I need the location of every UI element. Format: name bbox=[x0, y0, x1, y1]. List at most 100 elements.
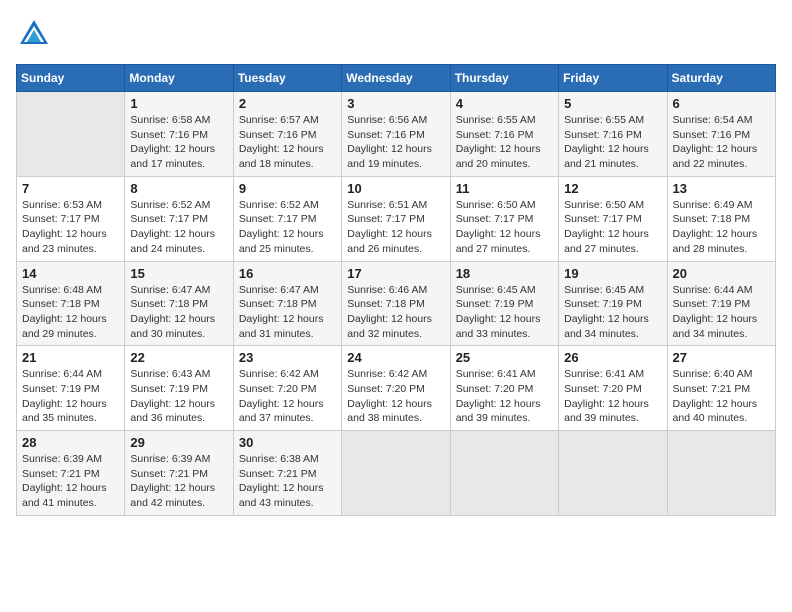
day-number: 10 bbox=[347, 181, 444, 196]
day-info: Sunrise: 6:55 AM Sunset: 7:16 PM Dayligh… bbox=[564, 113, 661, 172]
day-info: Sunrise: 6:47 AM Sunset: 7:18 PM Dayligh… bbox=[130, 283, 227, 342]
day-cell: 1 Sunrise: 6:58 AM Sunset: 7:16 PM Daylig… bbox=[125, 92, 233, 177]
day-info: Sunrise: 6:39 AM Sunset: 7:21 PM Dayligh… bbox=[130, 452, 227, 511]
day-cell: 11 Sunrise: 6:50 AM Sunset: 7:17 PM Dayli… bbox=[450, 176, 558, 261]
day-number: 13 bbox=[673, 181, 770, 196]
day-number: 16 bbox=[239, 266, 336, 281]
day-number: 25 bbox=[456, 350, 553, 365]
day-info: Sunrise: 6:42 AM Sunset: 7:20 PM Dayligh… bbox=[347, 367, 444, 426]
day-cell: 24 Sunrise: 6:42 AM Sunset: 7:20 PM Dayli… bbox=[342, 346, 450, 431]
day-info: Sunrise: 6:41 AM Sunset: 7:20 PM Dayligh… bbox=[456, 367, 553, 426]
day-info: Sunrise: 6:47 AM Sunset: 7:18 PM Dayligh… bbox=[239, 283, 336, 342]
day-number: 12 bbox=[564, 181, 661, 196]
day-cell: 26Sunrise: 6:41 AM Sunset: 7:20 PM Dayli… bbox=[559, 346, 667, 431]
day-info: Sunrise: 6:45 AM Sunset: 7:19 PM Dayligh… bbox=[456, 283, 553, 342]
header-cell-thursday: Thursday bbox=[450, 65, 558, 92]
day-info: Sunrise: 6:43 AM Sunset: 7:19 PM Dayligh… bbox=[130, 367, 227, 426]
header-cell-friday: Friday bbox=[559, 65, 667, 92]
day-cell: 16 Sunrise: 6:47 AM Sunset: 7:18 PM Dayli… bbox=[233, 261, 341, 346]
day-number: 17 bbox=[347, 266, 444, 281]
day-number: 3 bbox=[347, 96, 444, 111]
day-number: 23 bbox=[239, 350, 336, 365]
day-number: 21 bbox=[22, 350, 119, 365]
day-info: Sunrise: 6:45 AM Sunset: 7:19 PM Dayligh… bbox=[564, 283, 661, 342]
day-number: 8 bbox=[130, 181, 227, 196]
day-number: 15 bbox=[130, 266, 227, 281]
day-number: 7 bbox=[22, 181, 119, 196]
day-info: Sunrise: 6:44 AM Sunset: 7:19 PM Dayligh… bbox=[673, 283, 770, 342]
day-info: Sunrise: 6:38 AM Sunset: 7:21 PM Dayligh… bbox=[239, 452, 336, 511]
day-info: Sunrise: 6:49 AM Sunset: 7:18 PM Dayligh… bbox=[673, 198, 770, 257]
day-info: Sunrise: 6:56 AM Sunset: 7:16 PM Dayligh… bbox=[347, 113, 444, 172]
day-cell: 21 Sunrise: 6:44 AM Sunset: 7:19 PM Dayli… bbox=[17, 346, 125, 431]
day-cell: 18Sunrise: 6:45 AM Sunset: 7:19 PM Dayli… bbox=[450, 261, 558, 346]
day-number: 24 bbox=[347, 350, 444, 365]
day-cell: 17 Sunrise: 6:46 AM Sunset: 7:18 PM Dayli… bbox=[342, 261, 450, 346]
day-cell: 30Sunrise: 6:38 AM Sunset: 7:21 PM Dayli… bbox=[233, 431, 341, 516]
day-number: 26 bbox=[564, 350, 661, 365]
day-cell: 9 Sunrise: 6:52 AM Sunset: 7:17 PM Daylig… bbox=[233, 176, 341, 261]
day-cell: 13 Sunrise: 6:49 AM Sunset: 7:18 PM Dayli… bbox=[667, 176, 775, 261]
day-info: Sunrise: 6:58 AM Sunset: 7:16 PM Dayligh… bbox=[130, 113, 227, 172]
day-number: 20 bbox=[673, 266, 770, 281]
day-number: 19 bbox=[564, 266, 661, 281]
day-number: 11 bbox=[456, 181, 553, 196]
day-cell: 14Sunrise: 6:48 AM Sunset: 7:18 PM Dayli… bbox=[17, 261, 125, 346]
header-row: SundayMondayTuesdayWednesdayThursdayFrid… bbox=[17, 65, 776, 92]
day-cell: 4 Sunrise: 6:55 AM Sunset: 7:16 PM Daylig… bbox=[450, 92, 558, 177]
day-info: Sunrise: 6:44 AM Sunset: 7:19 PM Dayligh… bbox=[22, 367, 119, 426]
day-number: 5 bbox=[564, 96, 661, 111]
header-cell-saturday: Saturday bbox=[667, 65, 775, 92]
day-cell bbox=[17, 92, 125, 177]
day-cell: 5 Sunrise: 6:55 AM Sunset: 7:16 PM Daylig… bbox=[559, 92, 667, 177]
day-cell: 2Sunrise: 6:57 AM Sunset: 7:16 PM Daylig… bbox=[233, 92, 341, 177]
day-info: Sunrise: 6:52 AM Sunset: 7:17 PM Dayligh… bbox=[239, 198, 336, 257]
day-number: 9 bbox=[239, 181, 336, 196]
day-cell: 28Sunrise: 6:39 AM Sunset: 7:21 PM Dayli… bbox=[17, 431, 125, 516]
day-number: 6 bbox=[673, 96, 770, 111]
day-cell: 19 Sunrise: 6:45 AM Sunset: 7:19 PM Dayli… bbox=[559, 261, 667, 346]
day-number: 22 bbox=[130, 350, 227, 365]
week-row-2: 7 Sunrise: 6:53 AM Sunset: 7:17 PM Daylig… bbox=[17, 176, 776, 261]
day-info: Sunrise: 6:50 AM Sunset: 7:17 PM Dayligh… bbox=[456, 198, 553, 257]
day-cell: 20 Sunrise: 6:44 AM Sunset: 7:19 PM Dayli… bbox=[667, 261, 775, 346]
calendar-header: SundayMondayTuesdayWednesdayThursdayFrid… bbox=[17, 65, 776, 92]
day-cell: 22 Sunrise: 6:43 AM Sunset: 7:19 PM Dayli… bbox=[125, 346, 233, 431]
day-cell: 6 Sunrise: 6:54 AM Sunset: 7:16 PM Daylig… bbox=[667, 92, 775, 177]
day-number: 1 bbox=[130, 96, 227, 111]
week-row-5: 28 Sunrise: 6:39 AM Sunset: 7:21 PM Dayli… bbox=[17, 431, 776, 516]
day-cell bbox=[559, 431, 667, 516]
day-info: Sunrise: 6:40 AM Sunset: 7:21 PM Dayligh… bbox=[673, 367, 770, 426]
day-info: Sunrise: 6:55 AM Sunset: 7:16 PM Dayligh… bbox=[456, 113, 553, 172]
day-info: Sunrise: 6:50 AM Sunset: 7:17 PM Dayligh… bbox=[564, 198, 661, 257]
day-info: Sunrise: 6:51 AM Sunset: 7:17 PM Dayligh… bbox=[347, 198, 444, 257]
day-info: Sunrise: 6:48 AM Sunset: 7:18 PM Dayligh… bbox=[22, 283, 119, 342]
day-cell: 12 Sunrise: 6:50 AM Sunset: 7:17 PM Dayli… bbox=[559, 176, 667, 261]
header-cell-monday: Monday bbox=[125, 65, 233, 92]
week-row-4: 21 Sunrise: 6:44 AM Sunset: 7:19 PM Dayli… bbox=[17, 346, 776, 431]
week-row-3: 14Sunrise: 6:48 AM Sunset: 7:18 PM Dayli… bbox=[17, 261, 776, 346]
day-info: Sunrise: 6:53 AM Sunset: 7:17 PM Dayligh… bbox=[22, 198, 119, 257]
day-info: Sunrise: 6:52 AM Sunset: 7:17 PM Dayligh… bbox=[130, 198, 227, 257]
logo-icon bbox=[16, 16, 52, 52]
day-info: Sunrise: 6:57 AM Sunset: 7:16 PM Dayligh… bbox=[239, 113, 336, 172]
week-row-1: 1 Sunrise: 6:58 AM Sunset: 7:16 PM Daylig… bbox=[17, 92, 776, 177]
day-cell: 25 Sunrise: 6:41 AM Sunset: 7:20 PM Dayli… bbox=[450, 346, 558, 431]
day-cell: 15 Sunrise: 6:47 AM Sunset: 7:18 PM Dayli… bbox=[125, 261, 233, 346]
day-cell: 27 Sunrise: 6:40 AM Sunset: 7:21 PM Dayli… bbox=[667, 346, 775, 431]
day-cell bbox=[667, 431, 775, 516]
day-number: 27 bbox=[673, 350, 770, 365]
day-info: Sunrise: 6:54 AM Sunset: 7:16 PM Dayligh… bbox=[673, 113, 770, 172]
day-number: 29 bbox=[130, 435, 227, 450]
day-number: 4 bbox=[456, 96, 553, 111]
header-cell-wednesday: Wednesday bbox=[342, 65, 450, 92]
day-cell: 29 Sunrise: 6:39 AM Sunset: 7:21 PM Dayli… bbox=[125, 431, 233, 516]
header-cell-sunday: Sunday bbox=[17, 65, 125, 92]
day-cell: 3 Sunrise: 6:56 AM Sunset: 7:16 PM Daylig… bbox=[342, 92, 450, 177]
day-info: Sunrise: 6:46 AM Sunset: 7:18 PM Dayligh… bbox=[347, 283, 444, 342]
header-cell-tuesday: Tuesday bbox=[233, 65, 341, 92]
day-cell bbox=[450, 431, 558, 516]
day-number: 28 bbox=[22, 435, 119, 450]
calendar-table: SundayMondayTuesdayWednesdayThursdayFrid… bbox=[16, 64, 776, 516]
day-cell: 10 Sunrise: 6:51 AM Sunset: 7:17 PM Dayli… bbox=[342, 176, 450, 261]
